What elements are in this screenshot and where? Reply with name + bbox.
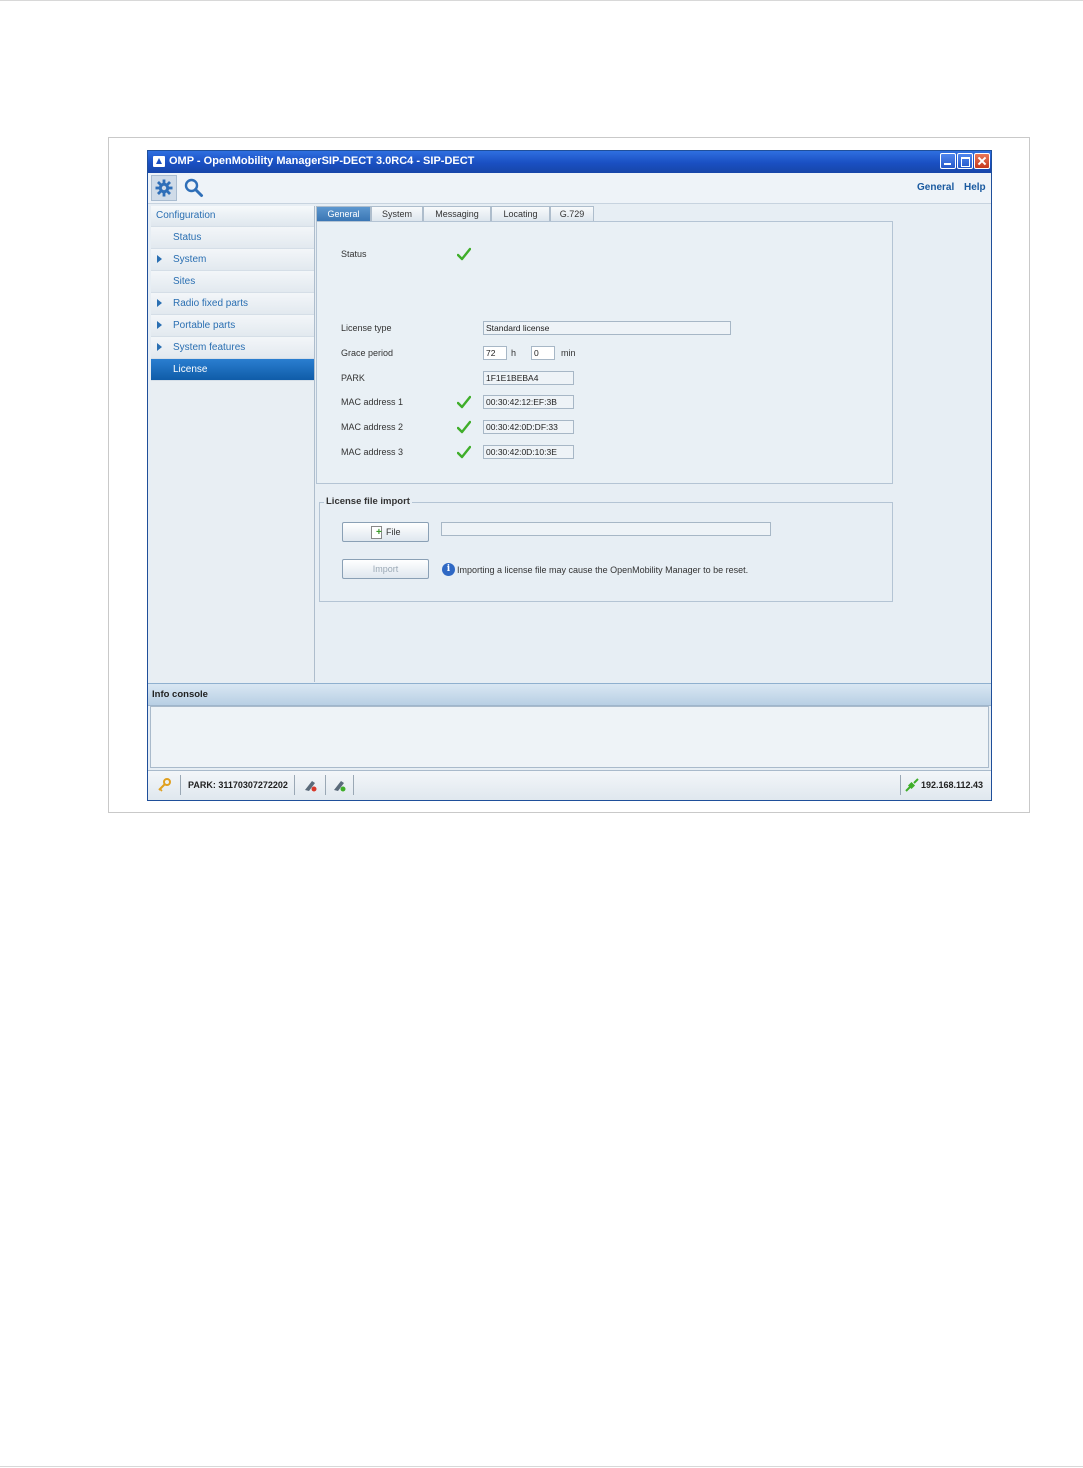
sidebar-item-label: System features [173, 342, 246, 353]
sidebar-item-label: License [173, 364, 208, 375]
sidebar-item-system[interactable]: System [151, 249, 314, 271]
park-label: PARK [341, 373, 365, 383]
close-button[interactable] [974, 153, 990, 169]
sidebar-item-label: Portable parts [173, 320, 236, 331]
add-file-icon [371, 526, 382, 539]
window-title: OMP - OpenMobility ManagerSIP-DECT 3.0RC… [169, 155, 475, 167]
status-check-icon [457, 247, 471, 261]
info-console-title: Info console [152, 689, 208, 700]
mac3-field: 00:30:42:0D:10:3E [483, 445, 574, 459]
sidebar-item-label: Sites [173, 276, 196, 287]
status-separator [325, 775, 326, 795]
content-area: General System Messaging Locating G.729 … [316, 206, 991, 682]
sidebar-heading-configuration[interactable]: Configuration [151, 206, 314, 227]
file-button-label: File [386, 527, 401, 537]
tab-locating[interactable]: Locating [491, 206, 550, 221]
tab-general[interactable]: General [316, 206, 371, 221]
handset-warning-icon[interactable] [303, 778, 317, 792]
sidebar-item-sites[interactable]: Sites [151, 271, 314, 293]
grace-minutes-field[interactable]: 0 [531, 346, 555, 360]
title-bar: OMP - OpenMobility ManagerSIP-DECT 3.0RC… [148, 151, 991, 173]
sidebar-item-portable-parts[interactable]: Portable parts [151, 315, 314, 337]
sidebar-item-label: Status [173, 232, 202, 243]
menu-help[interactable]: Help [964, 182, 986, 193]
expand-arrow-icon[interactable] [157, 321, 162, 329]
license-import-title: License file import [324, 496, 412, 507]
license-type-field: Standard license [483, 321, 731, 335]
sidebar-item-radio-fixed-parts[interactable]: Radio fixed parts [151, 293, 314, 315]
status-separator [294, 775, 295, 795]
import-button[interactable]: Import [342, 559, 429, 579]
sidebar-item-label: System [173, 254, 207, 265]
configuration-gear-button[interactable] [151, 175, 177, 201]
file-path-field [441, 522, 771, 536]
status-bar: PARK: 31170307272202 192.168.112.43 [148, 770, 991, 800]
page-top-rule [0, 0, 1083, 1]
key-icon [158, 778, 171, 792]
info-console-output [150, 706, 989, 768]
search-button[interactable] [181, 175, 207, 201]
mac1-check-icon [457, 395, 471, 409]
sidebar-item-license[interactable]: License [151, 359, 314, 381]
mac1-field: 00:30:42:12:EF:3B [483, 395, 574, 409]
file-button[interactable]: File [342, 522, 429, 542]
status-label: Status [341, 249, 367, 259]
status-separator [900, 775, 901, 795]
mac2-field: 00:30:42:0D:DF:33 [483, 420, 574, 434]
sidebar-item-system-features[interactable]: System features [151, 337, 314, 359]
menu-general[interactable]: General [917, 182, 954, 193]
toolbar: General Help [148, 173, 991, 204]
sidebar-item-label: Radio fixed parts [173, 298, 249, 309]
minutes-unit-label: min [561, 348, 576, 358]
status-separator [353, 775, 354, 795]
page-bottom-rule [0, 1466, 1083, 1467]
expand-arrow-icon[interactable] [157, 255, 162, 263]
import-notice: Importing a license file may cause the O… [457, 565, 749, 575]
info-icon: i [442, 563, 455, 576]
sidebar-item-status[interactable]: Status [151, 227, 314, 249]
mac2-check-icon [457, 420, 471, 434]
expand-arrow-icon[interactable] [157, 299, 162, 307]
omp-window: OMP - OpenMobility ManagerSIP-DECT 3.0RC… [147, 150, 992, 801]
grace-hours-field[interactable]: 72 [483, 346, 507, 360]
sidebar: Configuration Status System Sites Radio … [151, 206, 315, 682]
mac3-check-icon [457, 445, 471, 459]
license-import-group: License file import File Import i Import… [319, 496, 893, 602]
tab-g729[interactable]: G.729 [550, 206, 594, 221]
connection-plug-icon [905, 778, 919, 792]
ip-address-status: 192.168.112.43 [921, 780, 984, 790]
park-status: PARK: 31170307272202 [188, 780, 288, 790]
general-panel: Status License type Standard license Gra… [316, 221, 893, 484]
handset-ok-icon[interactable] [332, 778, 346, 792]
grace-period-label: Grace period [341, 348, 394, 358]
app-icon [153, 156, 165, 167]
search-icon [184, 178, 203, 197]
tab-messaging[interactable]: Messaging [423, 206, 491, 221]
expand-arrow-icon[interactable] [157, 343, 162, 351]
license-type-label: License type [341, 323, 392, 333]
gear-icon [155, 179, 173, 197]
mac2-label: MAC address 2 [341, 422, 404, 432]
mac3-label: MAC address 3 [341, 447, 404, 457]
hours-unit-label: h [511, 348, 517, 358]
minimize-button[interactable] [940, 153, 956, 169]
tab-system[interactable]: System [371, 206, 423, 221]
maximize-button[interactable] [957, 153, 973, 169]
info-console-header: Info console [148, 683, 991, 706]
mac1-label: MAC address 1 [341, 397, 404, 407]
status-separator [180, 775, 181, 795]
park-field: 1F1E1BEBA4 [483, 371, 574, 385]
